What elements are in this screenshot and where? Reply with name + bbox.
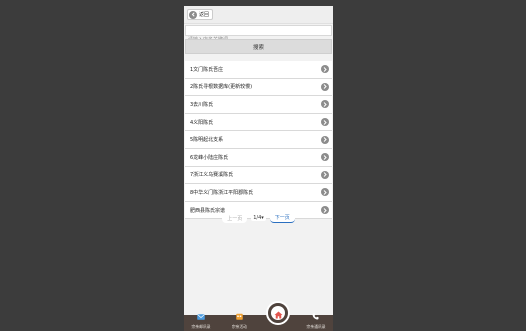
list-item[interactable]: 7浙江义乌赛溪陈氏: [185, 167, 332, 185]
mobile-page: 返回 搜索 1文门陈氏吾庄 2陈氏寻根数据库(更新较慢) 3去川陈氏 4义阳陈氏…: [184, 6, 333, 331]
back-button-label: 返回: [199, 12, 210, 18]
nav-item-messages[interactable]: 宗亲邮讯录: [184, 314, 218, 331]
chevron-right-icon: [321, 82, 329, 91]
result-list: 1文门陈氏吾庄 2陈氏寻根数据库(更新较慢) 3去川陈氏 4义阳陈氏 5陈明起北…: [185, 61, 332, 220]
home-icon: [274, 304, 283, 323]
page-select[interactable]: 1/4▾: [251, 215, 266, 221]
chevron-down-icon: ▾: [261, 215, 264, 221]
chevron-right-icon: [321, 153, 329, 162]
list-item-label: 1文门陈氏吾庄: [190, 66, 224, 73]
nav-label: 宗亲邮讯录: [191, 324, 211, 329]
list-item[interactable]: 3去川陈氏: [185, 96, 332, 114]
chevron-right-icon: [321, 118, 329, 127]
chevron-right-icon: [321, 188, 329, 197]
chevron-right-icon: [321, 170, 329, 179]
list-item[interactable]: 4义阳陈氏: [185, 114, 332, 132]
list-item-label: 4义阳陈氏: [190, 119, 214, 126]
back-button[interactable]: 返回: [187, 9, 214, 20]
list-item-label: 8中华义门陈浙江平阳郡陈氏: [190, 189, 254, 196]
list-item[interactable]: 2陈氏寻根数据库(更新较慢): [185, 79, 332, 97]
prev-page-button[interactable]: 上一页: [222, 213, 248, 223]
pagination: 上一页 1/4▾ 下一页: [184, 213, 333, 223]
nav-item-contacts[interactable]: 宗亲通讯录: [299, 313, 333, 331]
list-item-label: 5陈明起北支系: [190, 137, 224, 144]
list-item-label: 3去川陈氏: [190, 101, 214, 108]
list-item[interactable]: 1文门陈氏吾庄: [185, 61, 332, 79]
nav-label: 宗亲活动: [231, 324, 247, 329]
chevron-right-icon: [321, 100, 329, 109]
chevron-right-icon: [321, 65, 329, 74]
list-item-label: 7浙江义乌赛溪陈氏: [190, 172, 234, 179]
calendar-icon: [236, 305, 243, 324]
list-item-label: 6龙峰小陆庄陈氏: [190, 154, 229, 161]
search-button[interactable]: 搜索: [185, 39, 332, 54]
next-page-button[interactable]: 下一页: [269, 213, 295, 223]
back-arrow-icon: [189, 10, 197, 19]
home-button-inner: [271, 306, 285, 320]
list-item[interactable]: 5陈明起北支系: [185, 131, 332, 149]
list-item[interactable]: 8中华义门陈浙江平阳郡陈氏: [185, 184, 332, 202]
bottom-nav: 宗亲邮讯录 宗亲活动 宗亲通讯录: [184, 313, 333, 331]
search-field: [185, 25, 332, 45]
home-button[interactable]: [266, 301, 290, 325]
list-item[interactable]: 6龙峰小陆庄陈氏: [185, 149, 332, 167]
envelope-icon: [197, 305, 205, 324]
chevron-right-icon: [321, 135, 329, 144]
phone-icon: [312, 305, 319, 324]
list-item-label: 2陈氏寻根数据库(更新较慢): [190, 84, 253, 91]
top-bar: 返回: [184, 6, 333, 24]
nav-item-activities[interactable]: 宗亲活动: [222, 313, 256, 331]
nav-label: 宗亲通讯录: [306, 324, 326, 329]
